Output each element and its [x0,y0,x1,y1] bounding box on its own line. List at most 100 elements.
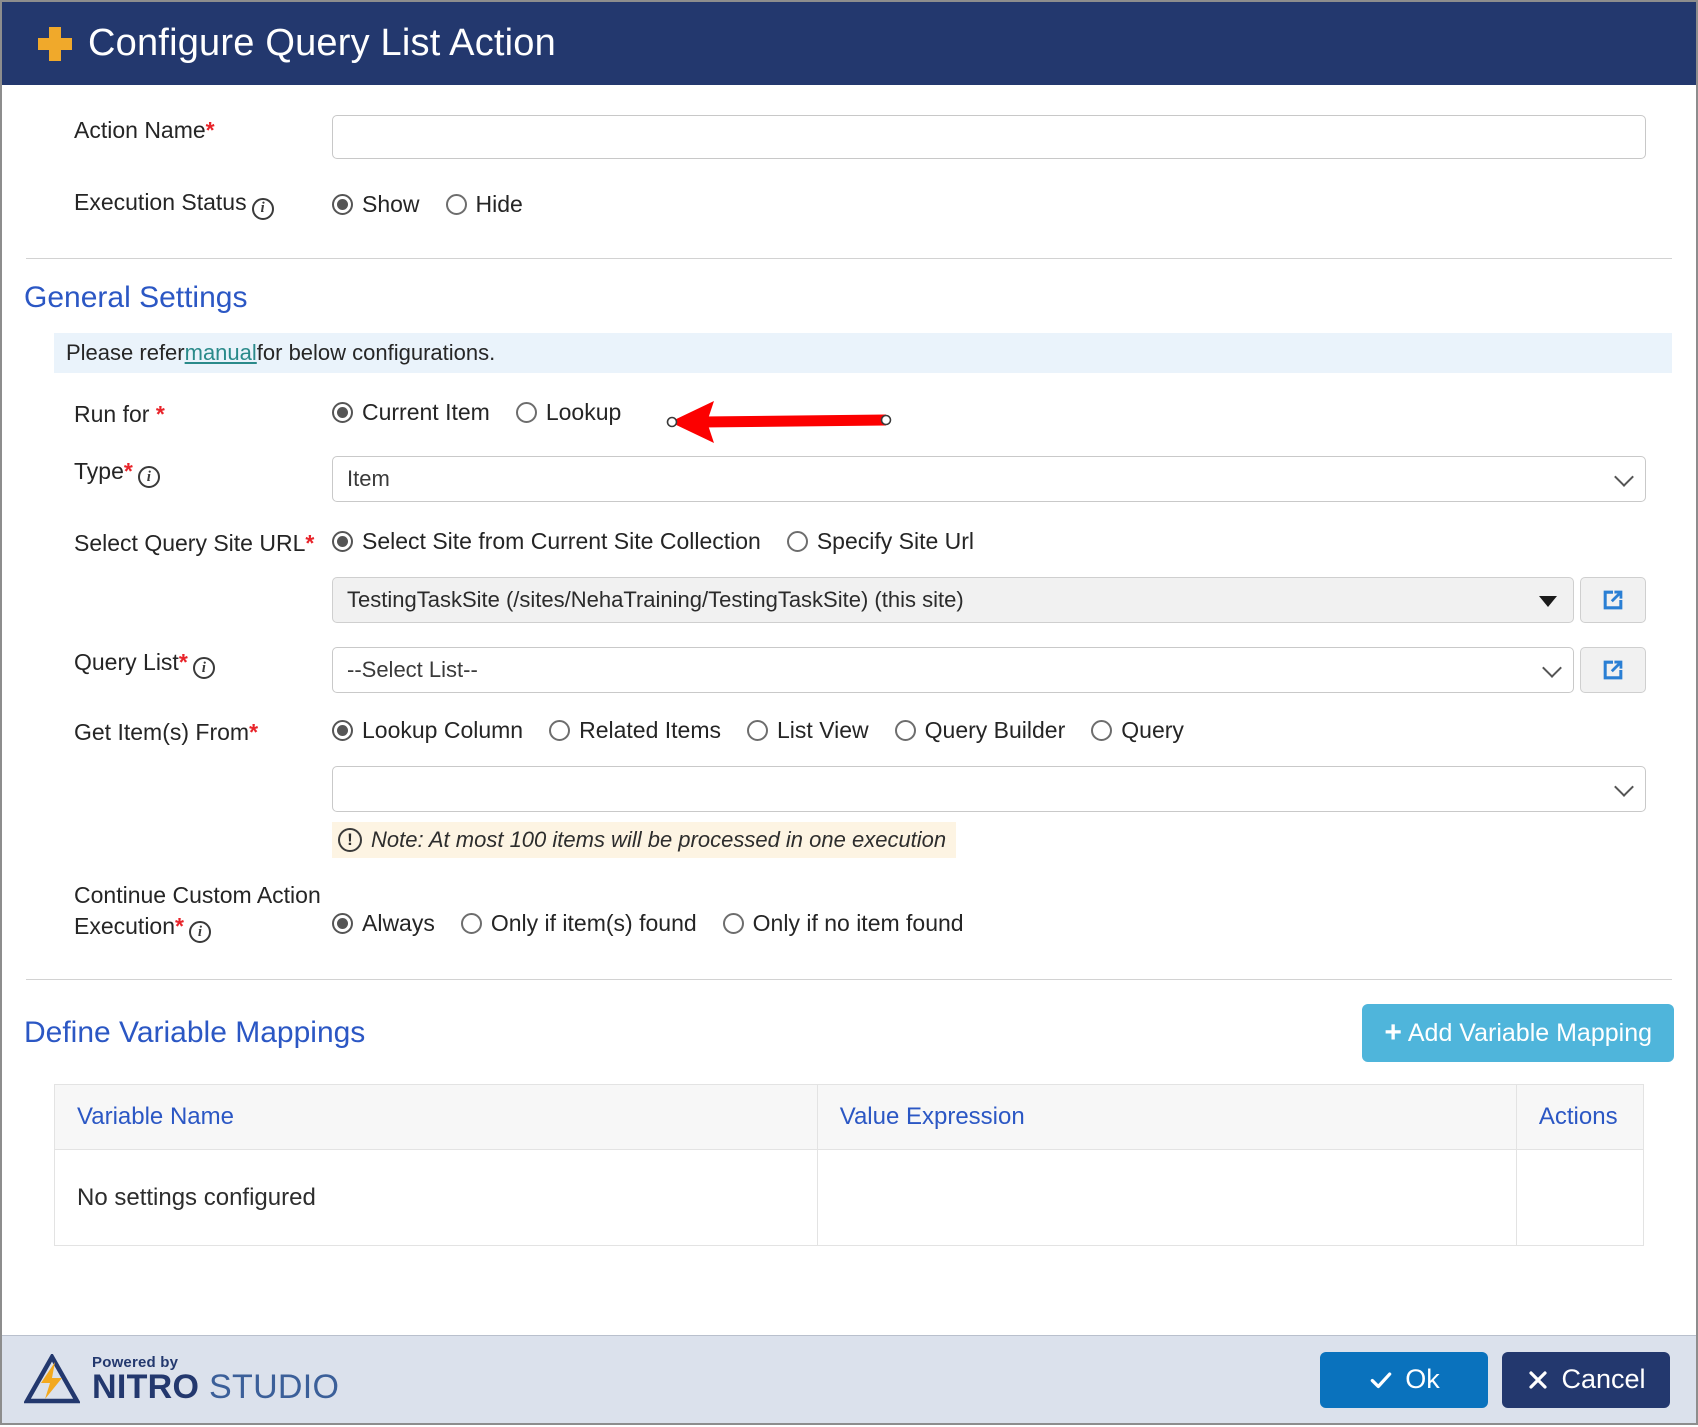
nitro-logo-icon [24,1353,80,1403]
brand-name: NITRO STUDIO [92,1370,339,1404]
dialog-footer: Powered by NITRO STUDIO Ok Cancel [2,1335,1696,1423]
radio-get-items-lookup-column[interactable]: Lookup Column [332,717,523,744]
empty-state-text: No settings configured [54,1149,818,1247]
cancel-button[interactable]: Cancel [1502,1351,1670,1408]
radio-label: Show [362,191,420,217]
radio-label: Only if item(s) found [490,909,697,936]
radio-run-for-lookup[interactable]: Lookup [515,398,622,426]
ok-button-label: Ok [1405,1364,1440,1394]
execution-status-label-text: Execution Status [74,189,247,215]
query-list-label: Query List* i [2,647,332,680]
open-site-external-link-button[interactable] [1580,576,1646,623]
type-row: Type* i Item [2,455,1696,502]
radio-label: Always [362,909,435,936]
dialog-titlebar: Configure Query List Action [2,2,1696,85]
radio-continue-always[interactable]: Always [332,910,435,937]
add-variable-mapping-button[interactable]: + Add Variable Mapping [1362,1004,1674,1063]
radio-label: Specify Site Url [816,527,975,554]
empty-cell-actions [1515,1149,1645,1247]
radio-dot [894,719,916,741]
required-asterisk: * [305,529,315,556]
continue-execution-label-line1: Continue Custom Action [74,881,321,908]
run-for-field-cell: Current Item Lookup [332,399,1656,426]
required-asterisk: * [249,718,259,745]
external-link-icon [1603,590,1623,609]
query-list-select[interactable]: --Select List-- [332,646,1574,693]
site-url-dropdown[interactable]: TestingTaskSite (/sites/NehaTraining/Tes… [332,576,1574,623]
manual-reference-banner: Please refer manual for below configurat… [54,332,1672,373]
type-label: Type* i [2,456,332,489]
info-icon[interactable]: i [188,921,211,944]
lookup-column-select[interactable] [332,765,1646,812]
radio-dot [332,401,353,423]
radio-dot [445,194,467,215]
nitro-logo-text: Powered by NITRO STUDIO [92,1355,339,1404]
query-list-value: --Select List-- [347,656,478,682]
radio-label: Query Builder [924,716,1066,743]
info-icon[interactable]: i [192,657,215,680]
required-asterisk: * [205,117,215,143]
dialog-title: Configure Query List Action [88,22,556,64]
continue-execution-label: Continue Custom Action Execution* i [2,880,332,944]
run-for-label-text: Run for [74,400,156,427]
radio-dot [786,530,808,552]
empty-cell-value-expression [816,1149,1517,1247]
execution-status-label: Execution Status i [2,187,332,220]
radio-label: Only if no item found [752,909,964,936]
radio-get-items-query[interactable]: Query [1091,717,1184,744]
radio-specify-site-url[interactable]: Specify Site Url [786,527,975,555]
manual-link[interactable]: manual [185,340,257,366]
chevron-down-icon [1614,776,1634,797]
select-query-site-url-field-cell: Select Site from Current Site Collection… [332,528,1656,623]
radio-execution-status-show[interactable]: Show [332,191,420,218]
check-icon [1370,1371,1392,1388]
radio-label: Hide [475,191,523,217]
info-icon[interactable]: i [251,197,274,220]
action-name-label: Action Name* [2,115,332,146]
table-header-row: Variable Name Value Expression Actions [54,1084,1645,1151]
continue-execution-field-cell: Always Only if item(s) found Only if no … [332,880,1656,937]
continue-execution-row: Continue Custom Action Execution* i Alway… [2,880,1696,944]
banner-suffix: for below configurations. [256,339,496,365]
chevron-down-icon [1542,657,1562,678]
required-asterisk: * [155,400,165,427]
execution-status-row: Execution Status i Show Hide [2,187,1696,220]
radio-get-items-related-items[interactable]: Related Items [549,717,721,744]
get-items-from-field-cell: Lookup Column Related Items List View Qu… [332,717,1656,858]
select-query-site-url-label: Select Query Site URL* [2,528,332,559]
radio-label: Lookup [545,398,622,425]
radio-label: Related Items [579,716,722,743]
radio-site-from-current-collection[interactable]: Select Site from Current Site Collection [332,528,761,555]
radio-dot [460,912,482,934]
radio-label: Query [1121,716,1184,743]
radio-dot [747,719,769,741]
cancel-button-label: Cancel [1561,1364,1646,1394]
section-divider [26,257,1672,259]
run-for-label: Run for * [2,399,332,430]
type-label-text: Type [74,457,124,484]
type-select[interactable]: Item [332,455,1646,502]
radio-get-items-query-builder[interactable]: Query Builder [894,716,1066,744]
radio-execution-status-hide[interactable]: Hide [445,191,523,218]
site-url-value: TestingTaskSite (/sites/NehaTraining/Tes… [347,586,964,612]
radio-run-for-current-item[interactable]: Current Item [332,399,490,426]
get-items-from-radio-group: Lookup Column Related Items List View Qu… [332,717,1646,744]
site-url-mode-radio-group: Select Site from Current Site Collection… [332,528,1656,555]
table-row: No settings configured [54,1149,1645,1247]
warning-icon: ! [338,827,362,852]
required-asterisk: * [123,457,133,484]
radio-get-items-list-view[interactable]: List View [747,717,869,744]
column-header-value-expression: Value Expression [816,1084,1517,1151]
execution-status-radio-group: Show Hide [332,187,1656,218]
column-header-variable-name: Variable Name [54,1084,818,1151]
action-name-input[interactable] [332,115,1646,159]
radio-continue-only-if-items-found[interactable]: Only if item(s) found [460,909,697,937]
radio-dot [515,401,537,423]
banner-prefix: Please refer [66,339,185,365]
plus-icon [38,26,72,61]
open-list-external-link-button[interactable] [1580,646,1646,693]
radio-continue-only-if-no-item-found[interactable]: Only if no item found [722,909,964,937]
general-settings-heading: General Settings [24,280,248,314]
ok-button[interactable]: Ok [1320,1351,1488,1408]
info-icon[interactable]: i [137,466,160,489]
